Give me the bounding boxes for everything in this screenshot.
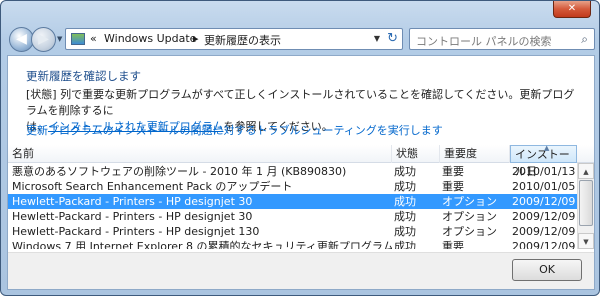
cell-importance: 重要: [442, 180, 464, 193]
cell-status: 成功: [394, 180, 416, 193]
search-box[interactable]: コントロール パネルの検索 ⌕: [409, 28, 595, 50]
window: ✕ ◀ ▶ ▼ « Windows Update ▸ 更新履歴の表示 ▼ ↻ コ…: [0, 0, 600, 296]
control-panel-icon: [71, 33, 85, 45]
forward-arrow-icon: ▶: [38, 31, 49, 47]
cell-status: 成功: [394, 165, 416, 178]
cell-name: Hewlett-Packard - Printers - HP designje…: [12, 210, 253, 223]
ok-button[interactable]: OK: [512, 259, 582, 281]
forward-button[interactable]: ▶: [31, 27, 56, 52]
table-row[interactable]: Hewlett-Packard - Printers - HP designje…: [8, 224, 594, 239]
table-row[interactable]: Microsoft Search Enhancement Pack のアップデー…: [8, 179, 594, 194]
close-button[interactable]: ✕: [553, 1, 591, 18]
cell-status: 成功: [394, 240, 416, 249]
table-row[interactable]: Windows 7 用 Internet Explorer 8 の累積的なセキュ…: [8, 239, 594, 249]
table-row[interactable]: Hewlett-Packard - Printers - HP designje…: [8, 209, 594, 224]
cell-status: 成功: [394, 210, 416, 223]
cell-name: Windows 7 用 Internet Explorer 8 の累積的なセキュ…: [12, 240, 392, 249]
breadcrumb-windows-update[interactable]: Windows Update: [104, 32, 196, 45]
search-input[interactable]: コントロール パネルの検索: [416, 33, 552, 49]
breadcrumb-separator-icon[interactable]: ▸: [193, 32, 199, 45]
breadcrumb-update-history[interactable]: 更新履歴の表示: [204, 32, 281, 48]
cell-name: 悪意のあるソフトウェアの削除ツール - 2010 年 1 月 (KB890830…: [12, 165, 347, 178]
table-row-selected[interactable]: Hewlett-Packard - Printers - HP designje…: [8, 194, 594, 209]
address-dropdown-icon[interactable]: ▼: [374, 34, 380, 43]
vertical-scrollbar[interactable]: ▲ ▼: [577, 163, 594, 249]
cell-name: Hewlett-Packard - Printers - HP designje…: [12, 195, 253, 208]
breadcrumb-overflow-chevron[interactable]: «: [90, 32, 97, 45]
refresh-icon[interactable]: ↻: [387, 31, 398, 46]
scroll-up-arrow-icon[interactable]: ▲: [578, 163, 594, 179]
column-header-status[interactable]: 状態: [392, 145, 440, 163]
cell-name: Microsoft Search Enhancement Pack のアップデー…: [12, 180, 293, 193]
cell-importance: オプション: [442, 195, 497, 208]
cell-status: 成功: [394, 225, 416, 238]
troubleshoot-link[interactable]: 更新プログラムのインストールの問題に対するトラブルシューティングを実行します: [26, 122, 443, 138]
scrollbar-thumb[interactable]: [579, 180, 593, 226]
cell-importance: オプション: [442, 210, 497, 223]
recent-pages-dropdown-icon[interactable]: ▼: [57, 35, 62, 43]
cell-name: Hewlett-Packard - Printers - HP designje…: [12, 225, 260, 238]
table-row[interactable]: 悪意のあるソフトウェアの削除ツール - 2010 年 1 月 (KB890830…: [8, 164, 594, 179]
description-line-1: [状態] 列で重要な更新プログラムがすべて正しくインストールされていることを確認…: [26, 88, 575, 117]
table-header: 名前 状態 重要度 インストール日 ▲: [8, 145, 594, 178]
cell-importance: 重要: [442, 240, 464, 249]
search-icon[interactable]: ⌕: [581, 32, 588, 47]
content-panel: 更新履歴を確認します [状態] 列で重要な更新プログラムがすべて正しくインストー…: [7, 55, 595, 290]
navigation-bar: ◀ ▶ ▼ « Windows Update ▸ 更新履歴の表示 ▼ ↻ コント…: [7, 25, 595, 55]
button-bar: OK: [8, 252, 594, 289]
page-title: 更新履歴を確認します: [26, 69, 141, 83]
sort-ascending-icon: ▲: [544, 145, 550, 152]
cell-importance: 重要: [442, 165, 464, 178]
cell-status: 成功: [394, 195, 416, 208]
cell-importance: オプション: [442, 225, 497, 238]
scroll-down-arrow-icon[interactable]: ▼: [578, 233, 594, 249]
column-header-name[interactable]: 名前: [8, 145, 392, 163]
address-bar[interactable]: « Windows Update ▸ 更新履歴の表示 ▼ ↻: [65, 28, 403, 50]
back-arrow-icon: ◀: [16, 31, 27, 47]
column-header-importance[interactable]: 重要度: [440, 145, 510, 163]
update-history-table: 名前 状態 重要度 インストール日 ▲ 悪意のあるソフトウェアの削除ツール - …: [8, 145, 594, 249]
